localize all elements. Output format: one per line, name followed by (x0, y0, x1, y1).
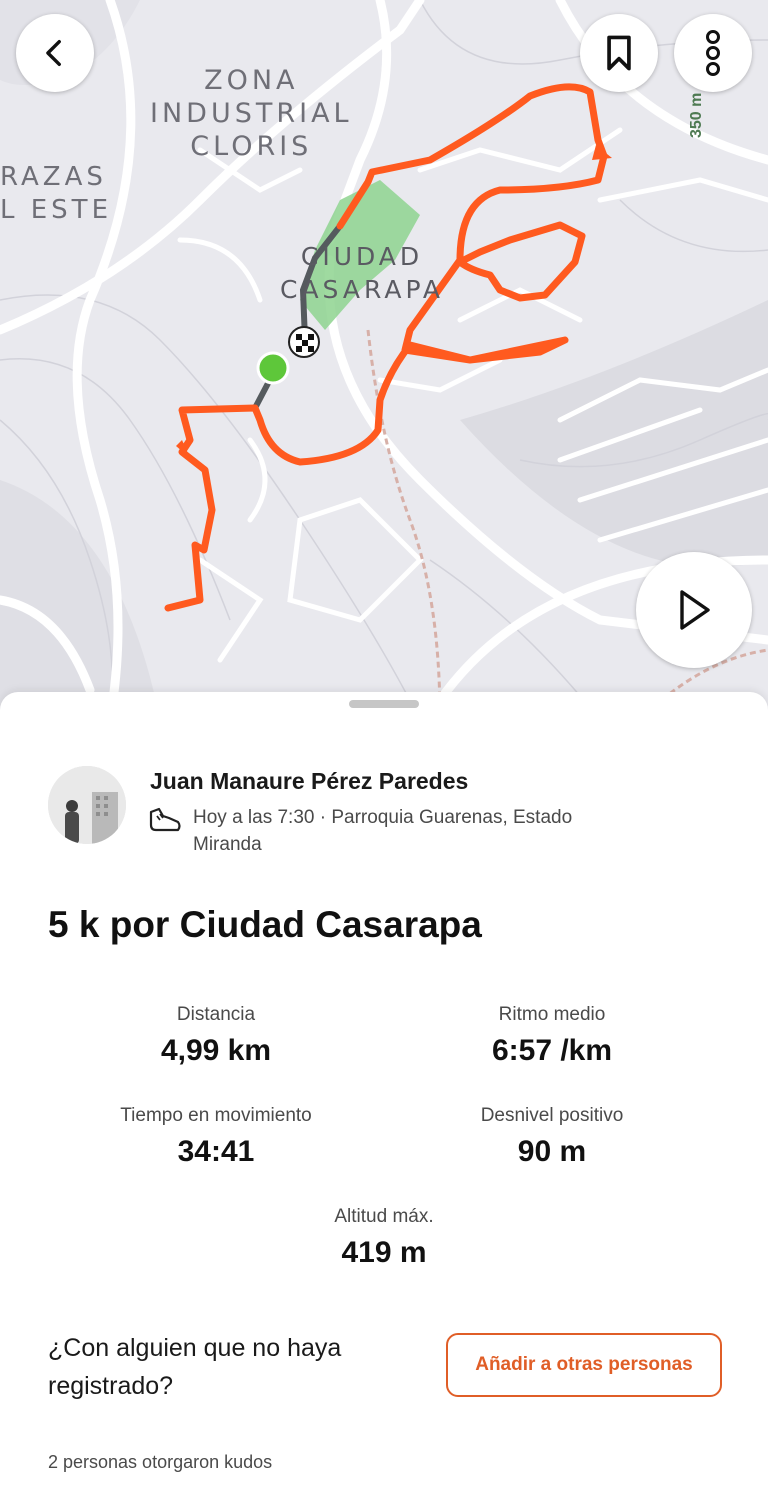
stat-moving-time-label: Tiempo en movimiento (120, 1105, 312, 1126)
more-options-button[interactable] (674, 14, 752, 92)
athlete-name[interactable]: Juan Manaure Pérez Paredes (150, 768, 468, 795)
stat-max-altitude-value: 419 m (341, 1236, 427, 1269)
start-marker (256, 351, 290, 385)
finish-marker (288, 326, 320, 358)
stat-distance: Distancia 4,99 km (46, 1004, 386, 1068)
activity-meta: Hoy a las 7:30 · Parroquia Guarenas, Est… (193, 807, 573, 855)
elevation-label: 350 m (688, 92, 705, 138)
avatar-photo (48, 766, 126, 844)
play-icon (680, 590, 710, 630)
route-map[interactable]: ZONA INDUSTRIAL CLORIS RAZAS L ESTE CIUD… (0, 0, 768, 720)
kudos-count[interactable]: 2 personas otorgaron kudos (48, 1452, 272, 1473)
stat-pace-value: 6:57 /km (491, 1034, 613, 1067)
drag-handle[interactable] (349, 700, 419, 708)
play-flyover-button[interactable] (636, 552, 752, 668)
bookmark-icon (607, 35, 631, 71)
stat-distance-value: 4,99 km (160, 1034, 272, 1067)
stat-pace-label: Ritmo medio (498, 1004, 606, 1025)
map-label-zona-industrial: ZONA INDUSTRIAL CLORIS (150, 65, 353, 162)
map-label-terrazas: RAZAS L ESTE (0, 162, 112, 225)
more-vertical-icon (706, 30, 720, 76)
activity-details-sheet: Juan Manaure Pérez Paredes Hoy a las 7:3… (0, 692, 768, 1500)
stat-distance-label: Distancia (176, 1004, 256, 1025)
back-button[interactable] (16, 14, 94, 92)
add-others-button[interactable]: Añadir a otras personas (446, 1333, 722, 1397)
stat-moving-time: Tiempo en movimiento 34:41 (46, 1105, 386, 1169)
stat-elevation-gain-value: 90 m (517, 1135, 587, 1168)
stat-elevation-gain-label: Desnivel positivo (480, 1105, 624, 1126)
chevron-left-icon (46, 39, 61, 67)
activity-title: 5 k por Ciudad Casarapa (48, 904, 482, 945)
map-label-ciudad-casarapa: CIUDAD CASARAPA (280, 242, 445, 304)
save-route-button[interactable] (580, 14, 658, 92)
stat-elevation-gain: Desnivel positivo 90 m (382, 1105, 722, 1169)
stat-max-altitude-label: Altitud máx. (334, 1206, 434, 1227)
athlete-avatar[interactable] (48, 766, 126, 844)
stat-pace: Ritmo medio 6:57 /km (382, 1004, 722, 1068)
stat-moving-time-value: 34:41 (177, 1135, 255, 1168)
tag-others-prompt: ¿Con alguien que no haya registrado? (48, 1334, 342, 1400)
shoe-icon (149, 807, 181, 832)
stat-max-altitude: Altitud máx. 419 m (214, 1206, 554, 1270)
